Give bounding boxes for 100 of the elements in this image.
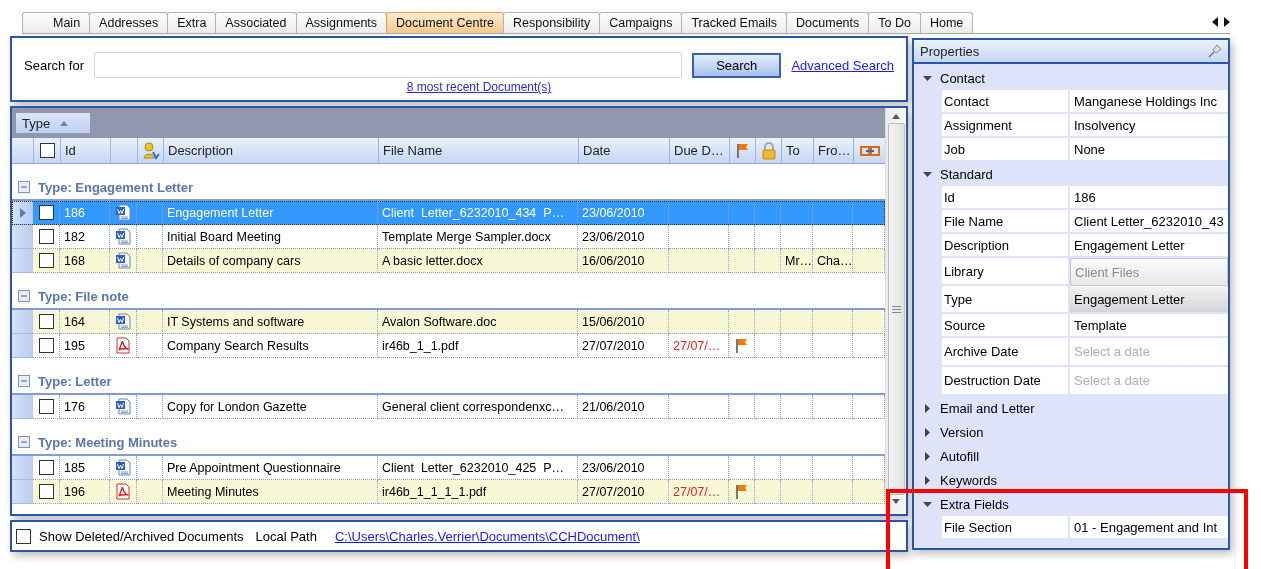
table-cell: A basic letter.docx: [378, 249, 578, 273]
expand-arrow-icon[interactable]: [924, 427, 930, 437]
pin-icon[interactable]: [1208, 44, 1222, 58]
row-checkbox[interactable]: [38, 229, 54, 244]
word-document-icon: [115, 459, 131, 476]
category-label: Keywords: [940, 472, 998, 488]
table-cell: 27/07/…: [669, 480, 729, 504]
tab[interactable]: Addresses: [89, 12, 169, 33]
collapse-arrow-icon[interactable]: [922, 501, 932, 507]
collapse-icon[interactable]: [18, 375, 30, 387]
group-by-chip[interactable]: Type: [16, 113, 90, 133]
table-cell: 195: [60, 334, 110, 358]
collapse-arrow-icon[interactable]: [922, 171, 932, 177]
tab[interactable]: Campaigns: [599, 12, 683, 33]
row-checkbox[interactable]: [38, 205, 54, 220]
table-row[interactable]: 195 Company Search Results ir46b_1_1.pdf 27/07/2010 27/07/…: [12, 334, 885, 358]
property-value[interactable]: Template: [1070, 314, 1228, 338]
expand-arrow-icon[interactable]: [924, 451, 930, 461]
property-field: Client Files: [1070, 258, 1228, 286]
row-checkbox[interactable]: [38, 314, 54, 329]
row-checkbox[interactable]: [38, 338, 54, 353]
tab[interactable]: Associated: [215, 12, 297, 33]
property-value[interactable]: Manganese Holdings Inc: [1070, 90, 1228, 114]
search-field[interactable]: [94, 52, 683, 78]
tab[interactable]: To Do: [868, 12, 921, 33]
word-document-icon: [115, 228, 131, 245]
property-value[interactable]: None: [1070, 138, 1228, 162]
column-header[interactable]: Date: [578, 138, 669, 163]
table-row[interactable]: 164 IT Systems and software Avalon Software.doc 15/06/2010: [12, 310, 885, 334]
table-row[interactable]: 176 Copy for London Gazette General client correspondenxc… 21/06/2010: [12, 395, 885, 419]
recent-documents-link[interactable]: 8 most recent Document(s): [406, 80, 552, 94]
key-people-icon: [141, 141, 160, 160]
lock-icon: [760, 141, 777, 160]
tab[interactable]: Home: [919, 12, 974, 33]
scroll-left-icon[interactable]: [1212, 17, 1218, 27]
row-checkbox[interactable]: [38, 399, 54, 414]
tab[interactable]: Responsibility: [503, 12, 601, 33]
tab[interactable]: Tracked Emails: [681, 12, 788, 33]
show-deleted-checkbox[interactable]: [16, 528, 31, 544]
select-all-checkbox[interactable]: [39, 143, 55, 158]
table-row[interactable]: 182 Initial Board Meeting Template Merge Sampler.docx 23/06/2010: [12, 225, 885, 249]
scroll-down-icon[interactable]: [892, 499, 900, 504]
grip-icon: [891, 305, 901, 313]
column-header[interactable]: Due D…: [669, 138, 729, 163]
collapse-icon[interactable]: [18, 181, 30, 193]
collapse-arrow-icon[interactable]: [922, 75, 932, 81]
advanced-search-link[interactable]: Advanced Search: [791, 57, 894, 73]
table-cell: Copy for London Gazette: [163, 395, 378, 419]
collapse-icon[interactable]: [18, 290, 30, 302]
property-value[interactable]: 01 - Engagement and Int: [1070, 516, 1228, 540]
property-dropdown[interactable]: Engagement Letter: [1070, 286, 1228, 314]
tab[interactable]: Documents: [786, 12, 870, 33]
scrollbar[interactable]: [885, 108, 906, 514]
tab[interactable]: Document Centre: [386, 12, 505, 33]
tab[interactable]: Extra: [167, 12, 217, 33]
table-cell: ir46b_1_1.pdf: [378, 334, 578, 358]
word-document-icon: [115, 204, 131, 221]
scroll-right-icon[interactable]: [1224, 17, 1230, 27]
row-checkbox[interactable]: [38, 484, 54, 499]
flag-icon: [734, 337, 749, 354]
scrollbar-thumb[interactable]: [887, 123, 905, 495]
current-row-icon: [19, 207, 26, 218]
local-path-link[interactable]: C:\Users\Charles.Verrier\Documents\CCHDocument\: [334, 528, 640, 544]
expand-arrow-icon[interactable]: [924, 403, 930, 413]
table-row[interactable]: 185 Pre Appointment Questionnaire Client Letter_6232010_425 P… 23/06/2010: [12, 456, 885, 480]
search-button[interactable]: Search: [692, 52, 782, 78]
property-value[interactable]: Client Letter_6232010_43: [1070, 210, 1228, 234]
table-row[interactable]: 196 Meeting Minutes ir46b_1_1_1_1.pdf 27/07/2010 27/07/…: [12, 480, 885, 504]
expand-arrow-icon[interactable]: [924, 475, 930, 485]
column-header[interactable]: To: [781, 138, 813, 163]
sort-ascending-icon: [60, 120, 69, 126]
table-cell: Mr…: [781, 249, 813, 273]
property-name: Archive Date: [942, 338, 1068, 367]
table-row[interactable]: 168 Details of company cars A basic letter.docx 16/06/2010 Mr… Cha…: [12, 249, 885, 273]
row-checkbox[interactable]: [38, 460, 54, 475]
table-cell: Meeting Minutes: [163, 480, 378, 504]
local-path-label: Local Path: [255, 528, 317, 544]
scroll-up-icon[interactable]: [892, 114, 900, 119]
column-header[interactable]: Description: [163, 138, 378, 163]
collapse-icon[interactable]: [18, 436, 30, 448]
row-header[interactable]: [12, 201, 33, 225]
group-title: Type: Engagement Letter: [38, 179, 194, 195]
table-cell: Details of company cars: [163, 249, 378, 273]
column-header[interactable]: Id: [60, 138, 110, 163]
tab[interactable]: Main: [22, 12, 91, 33]
pdf-document-icon: [115, 337, 131, 354]
flag-icon: [734, 483, 749, 500]
column-header[interactable]: Fro…: [813, 138, 853, 163]
tab[interactable]: Assignments: [295, 12, 388, 33]
category-label: Email and Letter: [940, 400, 1035, 416]
property-name: File Section: [942, 516, 1068, 540]
property-value[interactable]: Insolvency: [1070, 114, 1228, 138]
link-icon: [859, 144, 880, 157]
column-header[interactable]: File Name: [378, 138, 578, 163]
category-label: Autofill: [940, 448, 980, 464]
row-checkbox[interactable]: [38, 253, 54, 268]
panel-title: Properties: [920, 43, 980, 59]
property-value[interactable]: 186: [1070, 186, 1228, 210]
property-value[interactable]: Engagement Letter: [1070, 234, 1228, 258]
property-name: Id: [942, 186, 1068, 210]
